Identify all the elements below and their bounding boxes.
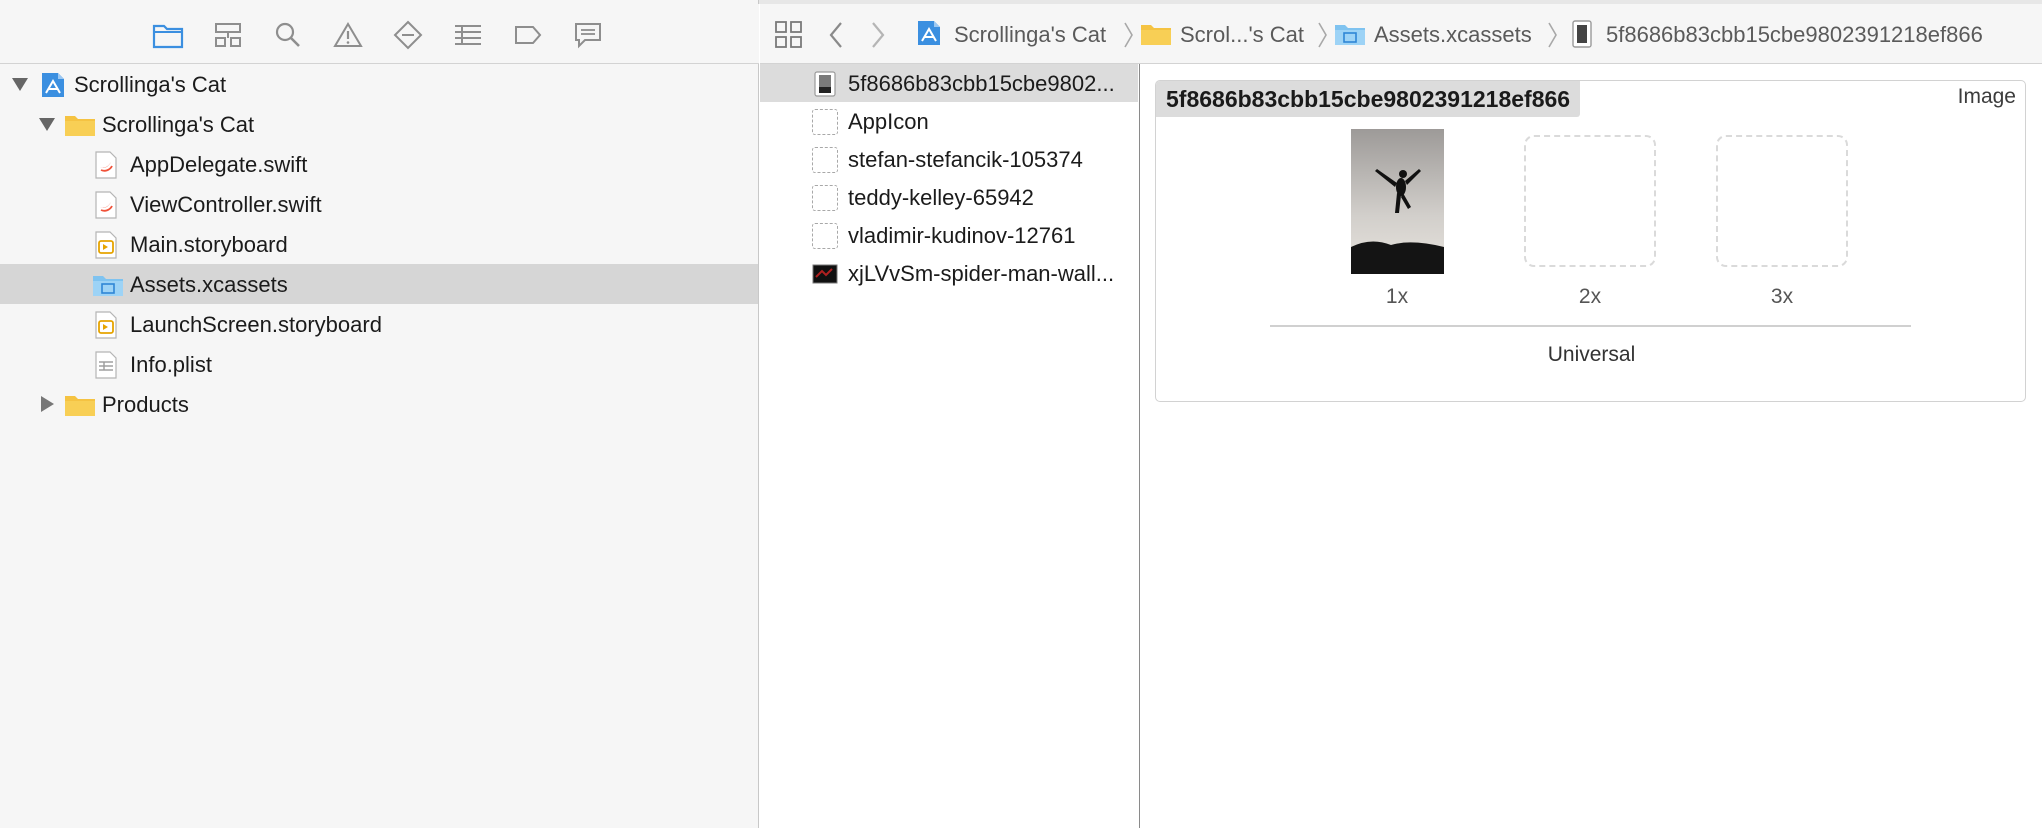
tree-row-project[interactable]: Scrollinga's Cat <box>0 64 758 104</box>
related-items-grid-icon[interactable] <box>774 20 804 55</box>
tree-row-group[interactable]: Products <box>0 384 758 424</box>
project-icon <box>916 18 942 53</box>
group-folder-icon <box>64 391 96 419</box>
tree-row-label: Info.plist <box>130 352 212 377</box>
asset-row-label: teddy-kelley-65942 <box>848 185 1034 210</box>
image-thumbnail-icon <box>812 261 838 287</box>
breadcrumb-image-set[interactable]: 5f8686b83cbb15cbe9802391218ef866 <box>1606 22 1983 48</box>
breadcrumb-group[interactable]: Scrol...'s Cat <box>1180 22 1304 48</box>
xcode-window: Scrollinga's Cat Scrollinga's Cat AppDel… <box>0 0 2042 828</box>
group-folder-icon <box>64 111 96 139</box>
disclosure-collapsed-icon[interactable] <box>41 396 54 412</box>
breadcrumb-project[interactable]: Scrollinga's Cat <box>954 22 1106 48</box>
debug-list-icon[interactable] <box>450 17 486 53</box>
storyboard-file-icon <box>94 231 120 259</box>
tree-row-file[interactable]: Info.plist <box>0 344 758 384</box>
asset-row-label: stefan-stefancik-105374 <box>848 147 1083 172</box>
navigator-selector-bar <box>0 4 759 64</box>
tree-row-label: Main.storyboard <box>130 232 288 257</box>
jump-bar: Scrollinga's Cat Scrol...'s Cat Assets.x… <box>760 4 2042 64</box>
image-slot-1x[interactable] <box>1351 129 1444 274</box>
disclosure-expanded-icon[interactable] <box>39 118 55 131</box>
tree-row-label: Assets.xcassets <box>130 272 288 297</box>
breadcrumb-separator-icon <box>1546 20 1558 55</box>
back-arrow-icon[interactable] <box>826 20 846 55</box>
empty-slot-icon <box>812 185 838 211</box>
asset-list: 5f8686b83cbb15cbe9802... AppIcon stefan-… <box>760 64 1140 828</box>
tree-row-label: Scrollinga's Cat <box>102 112 255 137</box>
asset-catalog-icon <box>92 271 124 299</box>
project-icon <box>40 71 66 99</box>
tree-row-group[interactable]: Scrollinga's Cat <box>0 104 758 144</box>
tree-row-label: Scrollinga's Cat <box>74 72 227 97</box>
hierarchy-icon[interactable] <box>210 17 246 53</box>
tree-row-label: Products <box>102 392 189 417</box>
image-set-name[interactable]: 5f8686b83cbb15cbe9802391218ef866 <box>1156 81 1581 117</box>
forward-arrow-icon[interactable] <box>868 20 888 55</box>
asset-row[interactable]: teddy-kelley-65942 <box>760 178 1138 216</box>
breakpoint-icon[interactable] <box>510 17 546 53</box>
slot-label-3x: 3x <box>1770 285 1794 308</box>
asset-catalog-icon <box>1334 20 1366 53</box>
idiom-divider <box>1270 325 1911 327</box>
disclosure-expanded-icon[interactable] <box>12 78 28 91</box>
tree-row-label: AppDelegate.swift <box>130 152 308 177</box>
test-diamond-icon[interactable] <box>390 17 426 53</box>
search-icon[interactable] <box>270 17 306 53</box>
asset-row-label: vladimir-kudinov-12761 <box>848 223 1076 248</box>
image-set-panel: 5f8686b83cbb15cbe9802391218ef866 Image 1… <box>1155 80 2026 402</box>
swift-file-icon <box>94 191 120 219</box>
empty-slot-icon <box>812 109 838 135</box>
tree-row-label: ViewController.swift <box>130 192 322 217</box>
asset-row[interactable]: stefan-stefancik-105374 <box>760 140 1138 178</box>
idiom-label: Universal <box>1547 343 1636 366</box>
empty-slot-icon <box>812 147 838 173</box>
asset-row[interactable]: AppIcon <box>760 102 1138 140</box>
asset-row-label: xjLVvSm-spider-man-wall... <box>848 261 1115 286</box>
tree-row-file[interactable]: AppDelegate.swift <box>0 144 758 184</box>
plist-file-icon <box>94 351 120 379</box>
folder-icon[interactable] <box>150 17 186 53</box>
empty-slot-icon <box>812 223 838 249</box>
group-folder-icon <box>1140 20 1172 53</box>
swift-file-icon <box>94 151 120 179</box>
image-set-type: Image <box>1957 85 2016 108</box>
tree-row-asset-catalog[interactable]: Assets.xcassets <box>0 264 758 304</box>
image-slot-3x[interactable] <box>1716 135 1848 267</box>
asset-row[interactable]: 5f8686b83cbb15cbe9802... <box>760 64 1138 102</box>
tree-row-file[interactable]: Main.storyboard <box>0 224 758 264</box>
image-thumbnail-icon <box>812 71 838 97</box>
breadcrumb-asset-catalog[interactable]: Assets.xcassets <box>1374 22 1532 48</box>
storyboard-file-icon <box>94 311 120 339</box>
breadcrumb-separator-icon <box>1316 20 1328 55</box>
asset-row[interactable]: vladimir-kudinov-12761 <box>760 216 1138 254</box>
asset-row[interactable]: xjLVvSm-spider-man-wall... <box>760 254 1138 292</box>
image-slot-2x[interactable] <box>1524 135 1656 267</box>
warning-icon[interactable] <box>330 17 366 53</box>
asset-editor: 5f8686b83cbb15cbe9802391218ef866 Image 1… <box>1141 64 2042 828</box>
tree-row-file[interactable]: LaunchScreen.storyboard <box>0 304 758 344</box>
tree-row-label: LaunchScreen.storyboard <box>130 312 382 337</box>
slot-label-2x: 2x <box>1578 285 1602 308</box>
project-navigator: Scrollinga's Cat Scrollinga's Cat AppDel… <box>0 0 759 828</box>
asset-row-label: AppIcon <box>848 109 929 134</box>
report-icon[interactable] <box>570 17 606 53</box>
tree-row-file[interactable]: ViewController.swift <box>0 184 758 224</box>
asset-row-label: 5f8686b83cbb15cbe9802... <box>848 71 1115 96</box>
slot-label-1x: 1x <box>1385 285 1409 308</box>
image-set-icon <box>1572 20 1592 53</box>
breadcrumb-separator-icon <box>1122 20 1134 55</box>
